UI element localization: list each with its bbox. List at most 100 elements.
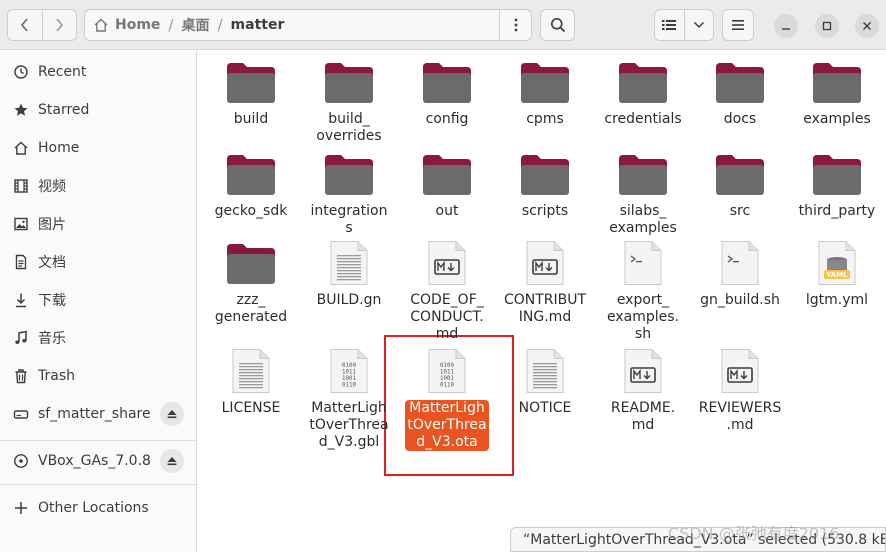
- file-item[interactable]: REVIEWERS .md: [691, 348, 789, 434]
- markdown-icon: [519, 240, 571, 286]
- text-icon: [519, 348, 571, 394]
- folder-item[interactable]: out: [398, 151, 496, 220]
- svg-text:YAML: YAML: [825, 271, 848, 279]
- music-icon: [12, 329, 30, 347]
- sidebar-item-home[interactable]: Home: [0, 130, 196, 166]
- file-item[interactable]: BUILD.gn: [300, 240, 398, 309]
- folder-item[interactable]: zzz_ generated: [202, 240, 300, 326]
- breadcrumb-home-label: Home: [115, 17, 161, 33]
- trash-icon: [12, 367, 30, 385]
- file-item[interactable]: CONTRIBUT ING.md: [496, 240, 594, 326]
- list-view-icon: [662, 20, 677, 30]
- clock-icon: [12, 63, 30, 81]
- svg-text:0100: 0100: [440, 363, 454, 369]
- svg-text:1001: 1001: [440, 376, 454, 382]
- folder-icon: [421, 151, 473, 197]
- binary-icon: 0100 1011 1001 0110: [323, 348, 375, 394]
- folder-item[interactable]: credentials: [594, 59, 692, 128]
- close-button[interactable]: [855, 14, 879, 38]
- sidebar-item-sf-matter-share[interactable]: sf_matter_share: [0, 396, 196, 432]
- sidebar-item-recent[interactable]: Recent: [0, 54, 196, 90]
- sidebar-item-music[interactable]: 音乐: [0, 320, 196, 356]
- path-bar: Home / 桌面 / matter: [84, 9, 532, 41]
- svg-text:1001: 1001: [342, 376, 356, 382]
- sidebar-item-downloads[interactable]: 下载: [0, 282, 196, 318]
- main-menu-button[interactable]: [722, 9, 754, 41]
- file-item[interactable]: README. md: [594, 348, 692, 434]
- list-view-button[interactable]: [655, 10, 684, 40]
- breadcrumb-home[interactable]: Home: [85, 10, 168, 40]
- folder-item[interactable]: src: [691, 151, 789, 220]
- file-item[interactable]: LICENSE: [202, 348, 300, 417]
- binary-icon: 0100 1011 1001 0110: [421, 348, 473, 394]
- svg-text:0100: 0100: [342, 363, 356, 369]
- folder-item[interactable]: cpms: [496, 59, 594, 128]
- close-icon: [863, 22, 871, 30]
- folder-item[interactable]: integration s: [300, 151, 398, 237]
- folder-item[interactable]: docs: [691, 59, 789, 128]
- sidebar-item-starred[interactable]: Starred: [0, 92, 196, 128]
- file-item[interactable]: CODE_OF_ CONDUCT. md: [398, 240, 496, 343]
- svg-text:1011: 1011: [440, 370, 454, 376]
- folder-item[interactable]: third_party: [788, 151, 886, 220]
- file-name: third_party: [798, 203, 876, 219]
- sidebar-separator: [0, 440, 196, 441]
- folder-item[interactable]: gecko_sdk: [202, 151, 300, 220]
- yaml-icon: YAML: [811, 240, 863, 286]
- sidebar-item-documents[interactable]: 文档: [0, 244, 196, 280]
- sidebar-item-pictures[interactable]: 图片: [0, 206, 196, 242]
- breadcrumb-desktop[interactable]: 桌面: [173, 10, 217, 40]
- disc-icon: [12, 452, 30, 470]
- folder-item[interactable]: config: [398, 59, 496, 128]
- file-name: scripts: [521, 203, 569, 219]
- back-button[interactable]: [8, 10, 42, 40]
- home-icon: [12, 139, 30, 157]
- minimize-icon: [782, 28, 790, 30]
- sidebar-item-label: Recent: [38, 64, 87, 80]
- folder-item[interactable]: silabs_ examples: [594, 151, 692, 237]
- eject-button[interactable]: [160, 449, 184, 473]
- file-name: build_ overrides: [316, 111, 382, 144]
- folder-icon: [714, 59, 766, 105]
- search-button[interactable]: [540, 9, 575, 41]
- sidebar-item-videos[interactable]: 视频: [0, 168, 196, 204]
- sidebar-item-trash[interactable]: Trash: [0, 358, 196, 394]
- file-name: integration s: [310, 203, 388, 236]
- folder-icon: [225, 240, 277, 286]
- file-name: export_ examples. sh: [606, 292, 679, 342]
- file-name: CONTRIBUT ING.md: [503, 292, 587, 325]
- breadcrumb-current[interactable]: matter: [223, 10, 293, 40]
- folder-item[interactable]: build_ overrides: [300, 59, 398, 145]
- folder-icon: [421, 59, 473, 105]
- text-icon: [323, 240, 375, 286]
- folder-item[interactable]: build: [202, 59, 300, 128]
- sidebar-item-label: Trash: [38, 368, 75, 384]
- sidebar-item-vbox-gas[interactable]: VBox_GAs_7.0.8: [0, 443, 196, 479]
- maximize-button[interactable]: [815, 14, 839, 38]
- file-name: README. md: [610, 400, 676, 433]
- file-item[interactable]: YAML lgtm.yml: [788, 240, 886, 309]
- file-name: BUILD.gn: [316, 292, 382, 308]
- file-item[interactable]: NOTICE: [496, 348, 594, 417]
- eject-button[interactable]: [160, 402, 184, 426]
- file-item[interactable]: 0100 1011 1001 0110 MatterLigh tOverThrea d…: [398, 348, 496, 451]
- file-item[interactable]: export_ examples. sh: [594, 240, 692, 343]
- film-icon: [12, 177, 30, 195]
- view-dropdown-button[interactable]: [683, 10, 714, 40]
- file-name: build: [233, 111, 269, 127]
- forward-button[interactable]: [41, 10, 77, 40]
- chevron-left-icon: [20, 18, 28, 32]
- folder-item[interactable]: examples: [788, 59, 886, 128]
- minimize-button[interactable]: [774, 14, 798, 38]
- svg-text:0110: 0110: [342, 383, 356, 389]
- markdown-icon: [714, 348, 766, 394]
- plus-icon: [12, 499, 30, 517]
- file-item[interactable]: 0100 1011 1001 0110 MatterLigh tOverThrea d…: [300, 348, 398, 451]
- view-options: [654, 9, 714, 41]
- folder-icon: [714, 151, 766, 197]
- navigation-buttons: [7, 9, 77, 41]
- folder-item[interactable]: scripts: [496, 151, 594, 220]
- path-menu-button[interactable]: [499, 10, 531, 40]
- file-item[interactable]: gn_build.sh: [691, 240, 789, 309]
- sidebar-item-other-locations[interactable]: Other Locations: [0, 490, 196, 526]
